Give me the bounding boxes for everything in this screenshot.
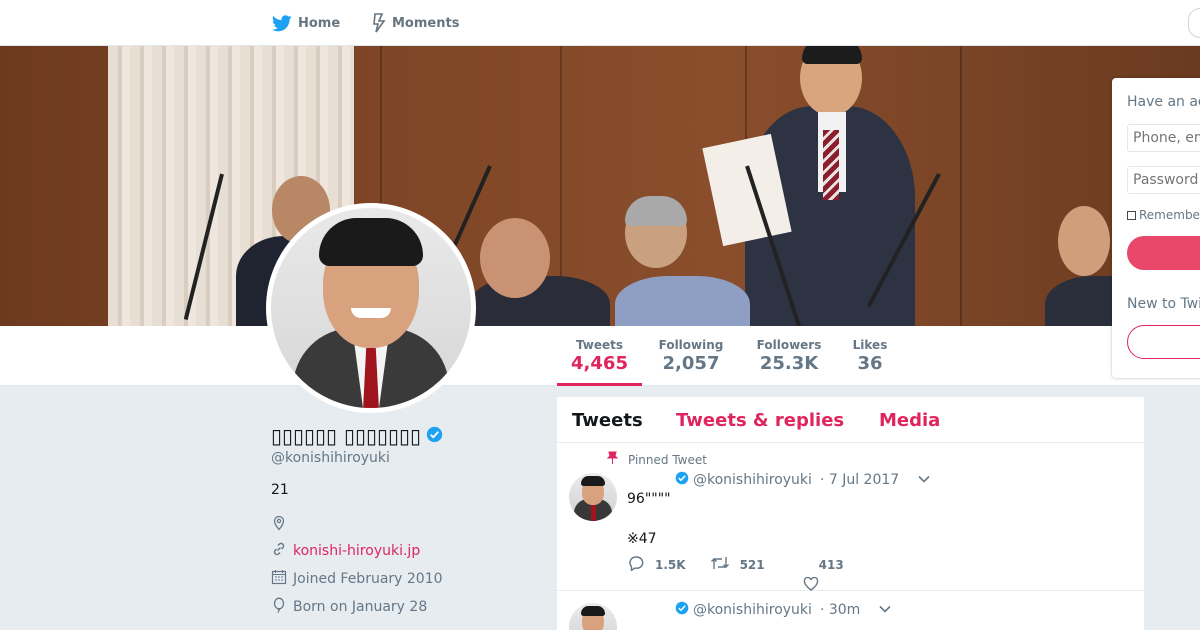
banner-person-head <box>1058 206 1110 276</box>
tweet-header: @konishihiroyuki · 30m <box>627 601 892 619</box>
stat-label: Tweets <box>575 338 624 352</box>
profile-birthday: Born on January 28 <box>271 597 427 617</box>
tweet-handle[interactable]: @konishihiroyuki <box>693 602 812 618</box>
login-button[interactable] <box>1127 236 1200 270</box>
login-have-account: Have an account? <box>1127 94 1200 110</box>
profile-joined: Joined February 2010 <box>271 569 443 589</box>
tab-tweets-replies[interactable]: Tweets & replies <box>676 410 844 431</box>
avatar-hair <box>319 218 423 266</box>
like-count: 413 <box>818 557 844 572</box>
banner-person-head <box>480 218 550 298</box>
nav-moments-label: Moments <box>392 15 460 31</box>
signup-button[interactable] <box>1127 325 1200 359</box>
calendar-icon <box>271 569 287 589</box>
verified-badge-icon <box>426 424 443 448</box>
banner-tie <box>823 130 839 200</box>
twitter-bird-icon <box>272 14 292 32</box>
login-new-to: New to Twitter? <box>1127 296 1200 312</box>
profile-website-link[interactable]: konishi-hiroyuki.jp <box>293 543 420 559</box>
login-card: Have an account? Remember me New to Twit… <box>1112 78 1200 378</box>
tweet-avatar-hair <box>581 606 605 616</box>
pinned-label: Pinned Tweet <box>628 452 707 467</box>
profile-handle[interactable]: @konishihiroyuki <box>271 450 390 466</box>
tweet-time[interactable]: · 30m <box>820 602 860 618</box>
profile-joined-text: Joined February 2010 <box>293 571 443 587</box>
profile-website: konishi-hiroyuki.jp <box>271 541 420 561</box>
timeline-tabs: Tweets Tweets & replies Media <box>557 397 1144 443</box>
chevron-down-icon[interactable] <box>878 602 892 618</box>
verified-badge-icon <box>675 601 689 619</box>
top-navigation: Home Moments <box>0 0 1200 46</box>
stat-tweets[interactable]: Tweets 4,465 <box>557 326 642 386</box>
link-icon <box>271 541 287 561</box>
like-action[interactable]: 413 <box>803 557 844 591</box>
tweet-handle[interactable]: @konishihiroyuki <box>693 472 812 488</box>
login-password-input[interactable] <box>1127 166 1200 194</box>
banner-hair <box>802 46 862 64</box>
stat-label: Following <box>658 338 724 352</box>
stat-likes[interactable]: Likes 36 <box>846 326 894 386</box>
profile-banner <box>0 46 1200 326</box>
stat-following[interactable]: Following 2,057 <box>650 326 732 386</box>
reply-icon <box>627 555 645 574</box>
stat-label: Followers <box>756 338 822 352</box>
tab-tweets[interactable]: Tweets <box>572 410 643 431</box>
tweet-avatar-tie <box>591 505 596 521</box>
login-remember-row[interactable]: Remember me <box>1127 208 1200 222</box>
tweet-avatar[interactable] <box>569 603 617 630</box>
stat-value: 36 <box>857 353 883 374</box>
search-box-edge[interactable] <box>1188 8 1200 38</box>
profile-bio: 21 <box>271 482 289 498</box>
banner-panel-line <box>960 46 962 326</box>
avatar-photo <box>271 208 471 408</box>
chevron-down-icon[interactable] <box>917 472 931 488</box>
verified-badge-icon <box>675 471 689 489</box>
location-pin-icon <box>271 515 287 535</box>
profile-stats-bar: Tweets 4,465 Following 2,057 Followers 2… <box>0 326 1200 386</box>
tweet-text-line1: 96"""" <box>627 491 671 507</box>
login-username-input[interactable] <box>1127 124 1200 152</box>
tweet-actions: 1.5K 521 413 <box>627 555 868 591</box>
nav-home-link[interactable]: Home <box>272 0 340 46</box>
profile-avatar[interactable] <box>266 203 476 413</box>
banner-gray-hair <box>625 196 687 226</box>
tweet-text-line2: ※47 <box>627 531 657 547</box>
retweet-icon <box>710 555 730 574</box>
timeline: Tweets Tweets & replies Media Pinned Twe… <box>557 397 1144 630</box>
tweet-avatar[interactable] <box>569 473 617 521</box>
balloon-icon <box>271 597 287 617</box>
reply-action[interactable]: 1.5K <box>627 555 686 574</box>
tweet-time[interactable]: · 7 Jul 2017 <box>820 472 899 488</box>
remember-label: Remember me <box>1139 208 1200 222</box>
remember-checkbox[interactable] <box>1127 210 1136 220</box>
tab-media[interactable]: Media <box>879 410 940 431</box>
nav-home-label: Home <box>298 15 341 31</box>
profile-name: ▯▯▯▯▯▯ ▯▯▯▯▯▯▯ <box>271 424 443 448</box>
tweet-item[interactable]: Pinned Tweet @konishihiroyuki · 7 Jul 20… <box>557 443 1144 591</box>
stat-value: 4,465 <box>571 353 628 374</box>
lightning-icon <box>372 13 386 33</box>
retweet-action[interactable]: 521 <box>710 555 765 574</box>
stat-followers[interactable]: Followers 25.3K <box>750 326 828 386</box>
pinned-label-row: Pinned Tweet <box>606 451 707 468</box>
stat-value: 25.3K <box>759 353 819 374</box>
pin-icon <box>606 451 619 468</box>
retweet-count: 521 <box>739 557 765 572</box>
reply-count: 1.5K <box>655 557 686 572</box>
profile-birthday-text: Born on January 28 <box>293 599 428 615</box>
nav-moments-link[interactable]: Moments <box>372 0 459 46</box>
banner-person-clerk <box>615 276 750 326</box>
stat-value: 2,057 <box>662 353 720 374</box>
stat-label: Likes <box>852 338 888 352</box>
profile-location <box>271 515 287 535</box>
tweet-avatar-hair <box>581 476 605 486</box>
avatar-smile <box>351 308 391 318</box>
tweet-header: @konishihiroyuki · 7 Jul 2017 <box>627 471 931 489</box>
tweet-item[interactable]: @konishihiroyuki · 30m <box>557 591 1144 630</box>
profile-name-text: ▯▯▯▯▯▯ ▯▯▯▯▯▯▯ <box>271 424 422 448</box>
